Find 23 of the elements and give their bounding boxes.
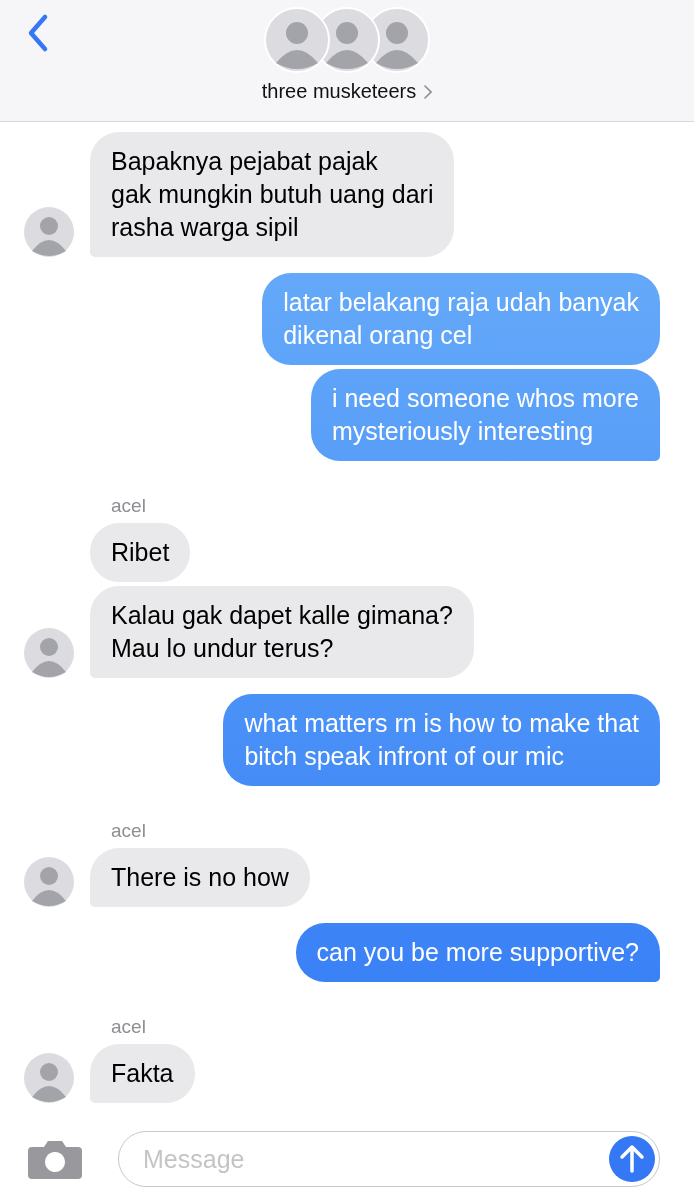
sender-name: acel (110, 820, 147, 842)
avatar-icon (24, 628, 74, 678)
chevron-right-icon[interactable] (424, 84, 433, 99)
back-icon[interactable] (26, 13, 50, 53)
avatar-icon (264, 7, 330, 73)
avatar-icon (24, 857, 74, 907)
message-field[interactable]: Message (141, 1143, 609, 1175)
message-bubble: Bapaknya pejabat pajak gak mungkin butuh uang dari rasha warga sipil (90, 132, 455, 257)
sender-name: acel (110, 1016, 147, 1038)
avatar-icon (24, 1053, 74, 1103)
camera-icon[interactable] (28, 1139, 82, 1179)
message-bubble: There is no how (90, 848, 310, 907)
message-bubble: Kalau gak dapet kalle gimana? Mau lo undur terus? (90, 586, 474, 678)
message-bubble: can you be more supportive? (295, 923, 660, 982)
message-bubble: Ribet (90, 523, 191, 582)
message-bubble: what matters rn is how to make that bitch speak infront of our mic (223, 694, 660, 786)
message-bubble: Fakta (90, 1044, 195, 1103)
message-bubble: i need someone whos more mysteriously interesting (310, 369, 660, 461)
sender-name: acel (110, 495, 147, 517)
send-icon[interactable] (609, 1136, 655, 1182)
conversation-title[interactable]: three musketeers (261, 80, 417, 103)
message-bubble: latar belakang raja udah banyak dikenal orang cel (262, 273, 660, 365)
avatar-icon (24, 207, 74, 257)
